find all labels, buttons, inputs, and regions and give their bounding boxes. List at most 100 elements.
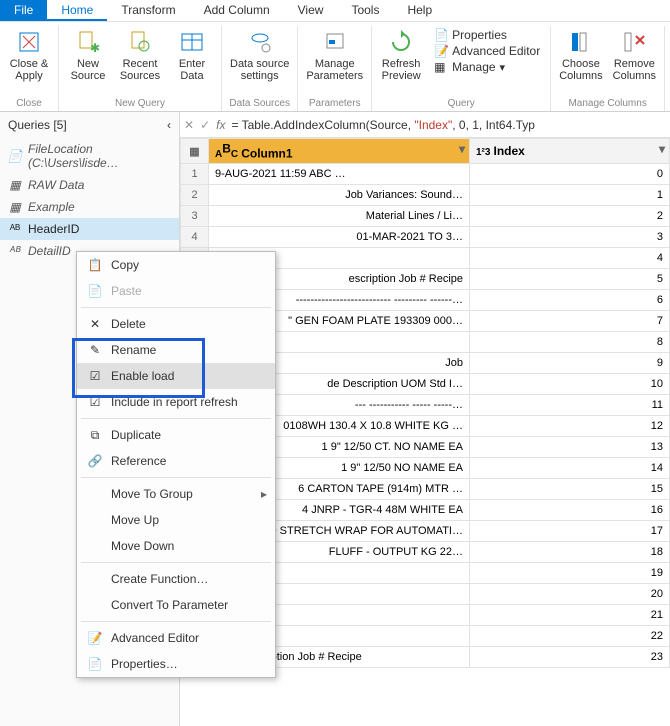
choose-columns-button[interactable]: Choose Columns [557,26,604,84]
ctx-duplicate[interactable]: ⧉Duplicate [77,422,275,448]
manage-label: Manage [452,60,495,74]
cell-index[interactable]: 0 [470,164,670,185]
corner-cell[interactable]: ▦ [181,139,209,164]
cancel-icon[interactable]: ✕ [184,118,194,132]
remove-columns-button[interactable]: Remove Columns [611,26,658,84]
tab-transform[interactable]: Transform [107,0,189,21]
row-header[interactable]: 1 [181,164,209,185]
cell-index[interactable]: 1 [470,185,670,206]
cell-index[interactable]: 2 [470,206,670,227]
cell-column1[interactable]: Job Variances: Sound… [209,185,470,206]
cell-index[interactable]: 3 [470,227,670,248]
row-header[interactable]: 4 [181,227,209,248]
cell-index[interactable]: 5 [470,269,670,290]
table-row[interactable]: 3 Material Lines / Li…2 [181,206,670,227]
group-datasources: Data Sources [229,98,290,109]
properties-label: Properties [452,28,507,42]
cell-index[interactable]: 22 [470,626,670,647]
ctx-reference[interactable]: 🔗Reference [77,448,275,474]
ctx-properties[interactable]: 📄Properties… [77,651,275,677]
cell-index[interactable]: 4 [470,248,670,269]
query-item-3[interactable]: ᴬᴮHeaderID [0,218,179,240]
ctx-rename[interactable]: ✎Rename [77,337,275,363]
cell-index[interactable]: 8 [470,332,670,353]
cell-index[interactable]: 14 [470,458,670,479]
query-item-1[interactable]: ▦RAW Data [0,174,179,196]
ctx-duplicate-label: Duplicate [111,428,161,442]
cell-index[interactable]: 13 [470,437,670,458]
cell-index[interactable]: 20 [470,584,670,605]
cell-index[interactable]: 12 [470,416,670,437]
delete-icon: ✕ [87,316,103,332]
ctx-include-refresh[interactable]: ☑Include in report refresh [77,389,275,415]
manage-parameters-button[interactable]: Manage Parameters [304,26,365,84]
ctx-move-up[interactable]: Move Up [77,507,275,533]
group-newquery: New Query [115,98,165,109]
advanced-editor-button[interactable]: 📝Advanced Editor [434,44,540,58]
cell-index[interactable]: 17 [470,521,670,542]
tab-view[interactable]: View [284,0,338,21]
row-header[interactable]: 3 [181,206,209,227]
tab-help[interactable]: Help [393,0,446,21]
ctx-enable-load[interactable]: ☑Enable load [77,363,275,389]
column-header-column1[interactable]: ABC Column1▾ [209,139,470,164]
cell-index[interactable]: 18 [470,542,670,563]
ctx-reference-label: Reference [111,454,166,468]
adv-editor-icon: 📝 [87,630,103,646]
group-parameters: Parameters [309,98,361,109]
cell-index[interactable]: 9 [470,353,670,374]
cell-column1[interactable]: Material Lines / Li… [209,206,470,227]
recent-sources-button[interactable]: Recent Sources [117,26,163,84]
col2-dropdown-icon[interactable]: ▾ [659,142,665,156]
collapse-icon[interactable]: ‹ [167,118,171,132]
table-row[interactable]: 2 Job Variances: Sound…1 [181,185,670,206]
refresh-preview-button[interactable]: Refresh Preview [378,26,424,84]
table-row[interactable]: 4 01-MAR-2021 TO 3…3 [181,227,670,248]
query-label: Example [28,200,75,214]
row-header[interactable]: 2 [181,185,209,206]
query-item-0[interactable]: 📄FileLocation (C:\Users\lisde… [0,138,179,174]
cell-index[interactable]: 6 [470,290,670,311]
cell-column1[interactable]: 01-MAR-2021 TO 3… [209,227,470,248]
tab-home[interactable]: Home [47,0,107,21]
menubar: File Home Transform Add Column View Tool… [0,0,670,22]
ctx-create-function[interactable]: Create Function… [77,566,275,592]
column-header-index[interactable]: 1²3 Index▾ [470,139,670,164]
query-label: DetailID [28,244,71,258]
close-apply-button[interactable]: Close & Apply [6,26,52,84]
table-row[interactable]: 19-AUG-2021 11:59 ABC …0 [181,164,670,185]
accept-icon[interactable]: ✓ [200,118,210,132]
ctx-convert-parameter[interactable]: Convert To Parameter [77,592,275,618]
formula-bar: ✕ ✓ fx = Table.AddIndexColumn(Source, "I… [180,112,670,138]
tab-tools[interactable]: Tools [337,0,393,21]
enter-data-button[interactable]: Enter Data [169,26,215,84]
cell-index[interactable]: 10 [470,374,670,395]
cell-index[interactable]: 11 [470,395,670,416]
ctx-move-down[interactable]: Move Down [77,533,275,559]
cell-index[interactable]: 19 [470,563,670,584]
formula-text[interactable]: = Table.AddIndexColumn(Source, "Index", … [231,118,534,132]
manage-button[interactable]: ▦Manage ▾ [434,60,540,74]
ctx-move-to-group[interactable]: Move To Group▸ [77,481,275,507]
cell-index[interactable]: 16 [470,500,670,521]
cell-index[interactable]: 15 [470,479,670,500]
cell-column1[interactable]: 9-AUG-2021 11:59 ABC … [209,164,470,185]
ctx-copy[interactable]: 📋Copy [77,252,275,278]
ctx-advanced-editor[interactable]: 📝Advanced Editor [77,625,275,651]
tab-addcolumn[interactable]: Add Column [190,0,284,21]
query-item-2[interactable]: ▦Example [0,196,179,218]
properties-button[interactable]: 📄Properties [434,28,540,42]
group-close: Close [16,98,42,109]
data-source-settings-button[interactable]: Data source settings [228,26,291,84]
tab-file[interactable]: File [0,0,47,21]
cell-index[interactable]: 21 [470,605,670,626]
col1-dropdown-icon[interactable]: ▾ [459,142,465,156]
formula-string: "Index" [414,118,452,132]
col2-label: Index [494,144,525,158]
parameters-icon [321,28,349,56]
cell-index[interactable]: 23 [470,647,670,668]
cell-index[interactable]: 7 [470,311,670,332]
fx-icon[interactable]: fx [216,118,225,132]
ctx-delete[interactable]: ✕Delete [77,311,275,337]
new-source-button[interactable]: ✱ New Source [65,26,111,84]
